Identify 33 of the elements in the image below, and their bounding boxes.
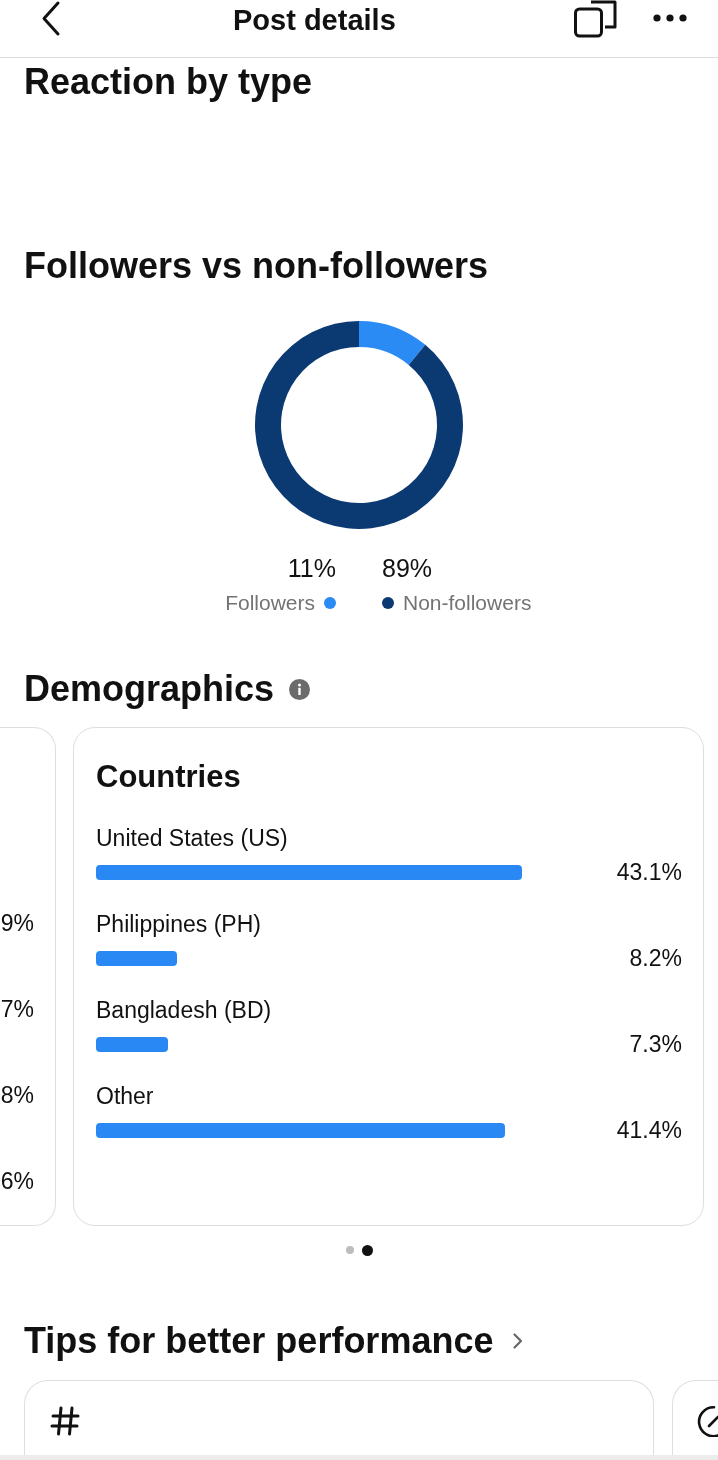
country-label: Bangladesh (BD) [96,996,272,1024]
back-icon[interactable] [40,0,62,38]
copy-icon[interactable] [574,0,618,38]
percent-value: 7% [0,995,34,1023]
countries-card[interactable]: Countries United States (US) 43.1% Philippines (PH) 8.2% Bangladesh (BD) 7.3% Other 41.4% [73,727,704,1226]
card-title: Countries [96,759,241,795]
previous-card[interactable]: 9% 7% 8% 6% [0,727,56,1226]
country-label: Other [96,1082,154,1110]
chevron-right-icon[interactable] [512,1332,525,1350]
section-heading: Demographics [24,667,275,711]
page-title: Post details [233,3,396,38]
percent-value: 41.4% [615,1116,682,1144]
legend-value: 11% [287,553,336,583]
percent-value: 8% [0,1081,34,1109]
tip-card[interactable] [672,1380,718,1455]
page-dot-icon[interactable] [361,1244,373,1256]
page-dot-icon[interactable] [345,1246,354,1254]
section-heading: Reaction by type [24,60,313,104]
legend-label: Non-followers [403,590,532,616]
percent-value: 9% [0,909,34,937]
hashtag-icon [49,1405,81,1437]
percent-value: 43.1% [615,858,682,886]
info-icon[interactable] [289,678,311,700]
country-label: United States (US) [96,824,288,852]
country-label: Philippines (PH) [96,910,261,938]
percent-value: 6% [0,1167,34,1195]
section-heading: Tips for better performance [24,1319,494,1363]
percent-value: 7.3% [628,1030,682,1058]
legend-value: 89% [382,553,433,583]
percent-value: 8.2% [628,944,682,972]
legend-label: Followers [225,590,315,616]
section-heading: Followers vs non-followers [24,244,489,288]
more-icon[interactable] [653,13,687,23]
